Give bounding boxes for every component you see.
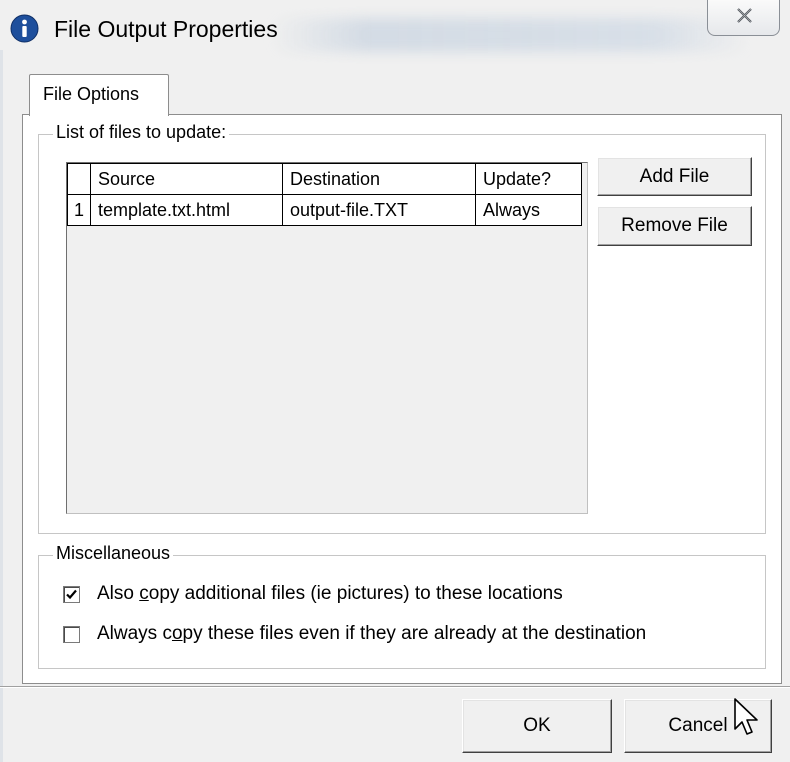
copy-additional-files-label: Also copy additional files (ie pictures)…: [97, 583, 563, 604]
table-row[interactable]: 1 template.txt.html output-file.TXT Alwa…: [67, 194, 582, 226]
misc-group: [38, 555, 766, 669]
row-number: 1: [67, 194, 91, 226]
always-copy-label: Always copy these files even if they are…: [97, 623, 647, 644]
close-icon: [737, 8, 752, 23]
row-header-corner: [67, 163, 91, 195]
tab-label: File Options: [43, 84, 140, 104]
cell-update[interactable]: Always: [475, 194, 582, 226]
window-title: File Output Properties: [54, 16, 278, 42]
files-group-label: List of files to update:: [53, 122, 230, 143]
info-icon: [10, 14, 39, 43]
column-header-destination[interactable]: Destination: [282, 163, 476, 195]
close-button[interactable]: [707, 0, 780, 36]
tab-file-options[interactable]: File Options: [29, 74, 169, 116]
misc-group-label: Miscellaneous: [53, 543, 174, 564]
table-header-row: Source Destination Update?: [67, 163, 582, 195]
checkmark-icon: [66, 589, 77, 599]
always-copy-checkbox[interactable]: [63, 625, 80, 643]
add-file-button[interactable]: Add File: [597, 157, 752, 196]
footer-separator: [0, 686, 790, 688]
column-header-update[interactable]: Update?: [475, 163, 582, 195]
files-grid[interactable]: Source Destination Update? 1 template.tx…: [66, 162, 588, 514]
ok-button[interactable]: OK: [462, 699, 612, 753]
mouse-pointer-icon: [733, 697, 765, 748]
title-bar: File Output Properties: [0, 0, 790, 52]
copy-additional-files-checkbox[interactable]: [63, 585, 80, 603]
always-copy-option[interactable]: Always copy these files even if they are…: [63, 620, 646, 648]
files-table: Source Destination Update? 1 template.tx…: [67, 163, 582, 226]
copy-additional-files-option[interactable]: Also copy additional files (ie pictures)…: [63, 580, 563, 608]
cell-source[interactable]: template.txt.html: [90, 194, 283, 226]
column-header-source[interactable]: Source: [90, 163, 283, 195]
window-frame-left: [0, 50, 3, 762]
remove-file-button[interactable]: Remove File: [597, 206, 752, 246]
cell-destination[interactable]: output-file.TXT: [282, 194, 476, 226]
title-glow: [270, 18, 750, 52]
